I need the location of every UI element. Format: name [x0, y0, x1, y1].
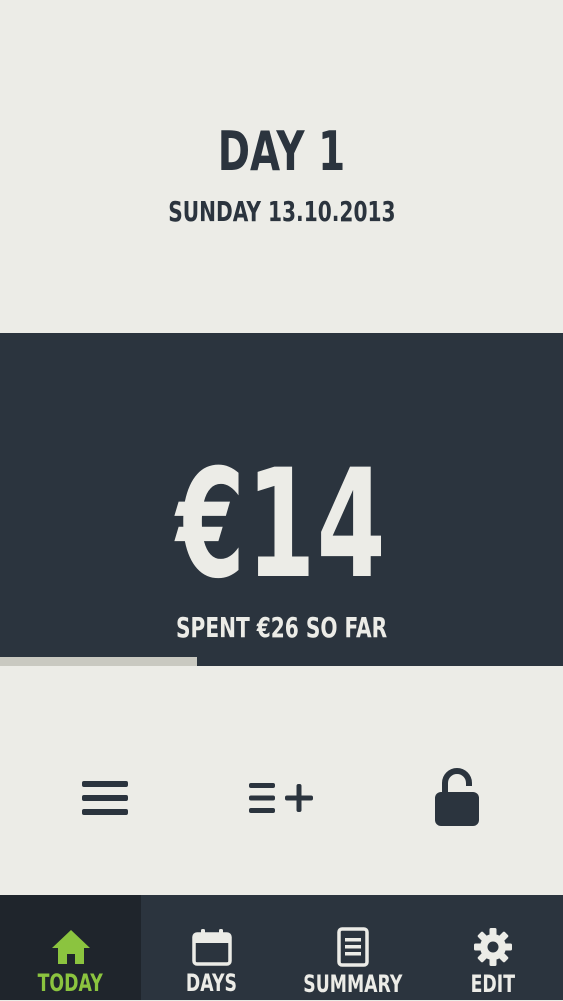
- lock-button[interactable]: [407, 763, 507, 833]
- calendar-icon: [191, 928, 232, 966]
- document-icon: [336, 927, 369, 967]
- tab-today-label: TODAY: [25, 966, 115, 1000]
- tab-days-label-text: DAYS: [185, 969, 238, 997]
- tab-today[interactable]: TODAY: [0, 895, 141, 1000]
- add-to-list-icon: [249, 783, 313, 813]
- day-date-text: SUNDAY 13.10.2013: [167, 195, 396, 228]
- list-icon: [82, 781, 128, 815]
- day-title: DAY 1: [0, 112, 563, 192]
- tab-days-label: DAYS: [176, 966, 247, 1000]
- gear-icon: [473, 928, 512, 966]
- tab-today-icon-wrap: [50, 927, 92, 966]
- remaining-amount-text: €14: [176, 438, 387, 612]
- list-button[interactable]: [55, 763, 155, 833]
- tab-summary-label: SUMMARY: [284, 967, 422, 1001]
- tab-edit-label: EDIT: [462, 967, 524, 1001]
- spent-so-far: SPENT €26 SO FAR: [0, 606, 563, 650]
- tab-days-icon-wrap: [191, 927, 232, 966]
- tab-summary-icon-wrap: [336, 927, 369, 967]
- tab-edit-icon-wrap: [473, 927, 513, 967]
- action-row: [0, 666, 563, 895]
- tab-edit[interactable]: EDIT: [422, 895, 563, 1000]
- tab-summary[interactable]: SUMMARY: [282, 895, 423, 1000]
- progress-fill: [0, 657, 198, 666]
- day-header: DAY 1 SUNDAY 13.10.2013: [0, 0, 563, 333]
- day-date: SUNDAY 13.10.2013: [0, 190, 563, 234]
- budget-panel: €14 SPENT €26 SO FAR: [0, 333, 563, 666]
- tab-edit-label-text: EDIT: [470, 970, 515, 998]
- home-icon: [51, 929, 90, 964]
- spent-so-far-text: SPENT €26 SO FAR: [175, 611, 388, 644]
- tab-today-label-text: TODAY: [37, 969, 104, 997]
- remaining-amount: €14: [0, 425, 563, 625]
- padlock-unlocked-icon: [435, 768, 479, 826]
- bottom-tab-bar: TODAY DAYS SUMMARY EDIT: [0, 895, 563, 1000]
- day-title-text: DAY 1: [217, 120, 346, 183]
- tab-days[interactable]: DAYS: [141, 895, 282, 1000]
- tab-summary-label-text: SUMMARY: [302, 970, 403, 998]
- add-to-list-button[interactable]: [231, 763, 331, 833]
